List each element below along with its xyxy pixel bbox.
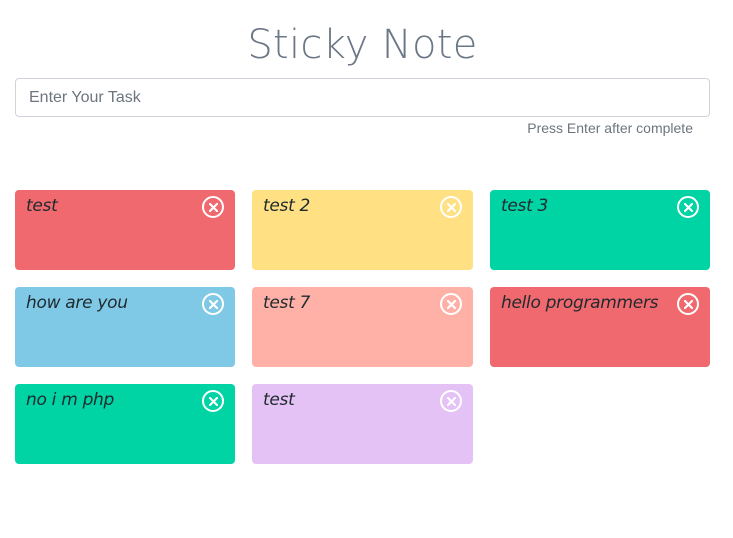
input-hint: Press Enter after complete bbox=[527, 120, 693, 136]
notes-grid: test test 2 test 3 how are you test 7 he… bbox=[15, 190, 711, 464]
sticky-note: test 2 bbox=[252, 190, 473, 270]
close-circle-icon[interactable] bbox=[202, 196, 224, 218]
close-circle-icon[interactable] bbox=[677, 196, 699, 218]
note-text: test 3 bbox=[501, 196, 549, 216]
note-text: test 2 bbox=[263, 196, 311, 216]
sticky-note: hello programmers bbox=[490, 287, 710, 367]
task-input[interactable] bbox=[15, 78, 710, 117]
note-text: test 7 bbox=[263, 293, 311, 313]
close-circle-icon[interactable] bbox=[202, 390, 224, 412]
close-circle-icon[interactable] bbox=[440, 293, 462, 315]
note-text: hello programmers bbox=[501, 293, 659, 313]
note-text: no i m php bbox=[26, 390, 115, 410]
page-title: Sticky Note bbox=[247, 22, 478, 68]
sticky-note: how are you bbox=[15, 287, 235, 367]
sticky-note-app: Sticky Note Press Enter after complete t… bbox=[0, 0, 733, 538]
note-text: test bbox=[26, 196, 58, 216]
sticky-note: test 7 bbox=[252, 287, 473, 367]
sticky-note: test bbox=[15, 190, 235, 270]
close-circle-icon[interactable] bbox=[677, 293, 699, 315]
note-text: how are you bbox=[26, 293, 128, 313]
close-circle-icon[interactable] bbox=[202, 293, 224, 315]
sticky-note: no i m php bbox=[15, 384, 235, 464]
close-circle-icon[interactable] bbox=[440, 196, 462, 218]
close-circle-icon[interactable] bbox=[440, 390, 462, 412]
note-text: test bbox=[263, 390, 295, 410]
sticky-note: test 3 bbox=[490, 190, 710, 270]
sticky-note: test bbox=[252, 384, 473, 464]
